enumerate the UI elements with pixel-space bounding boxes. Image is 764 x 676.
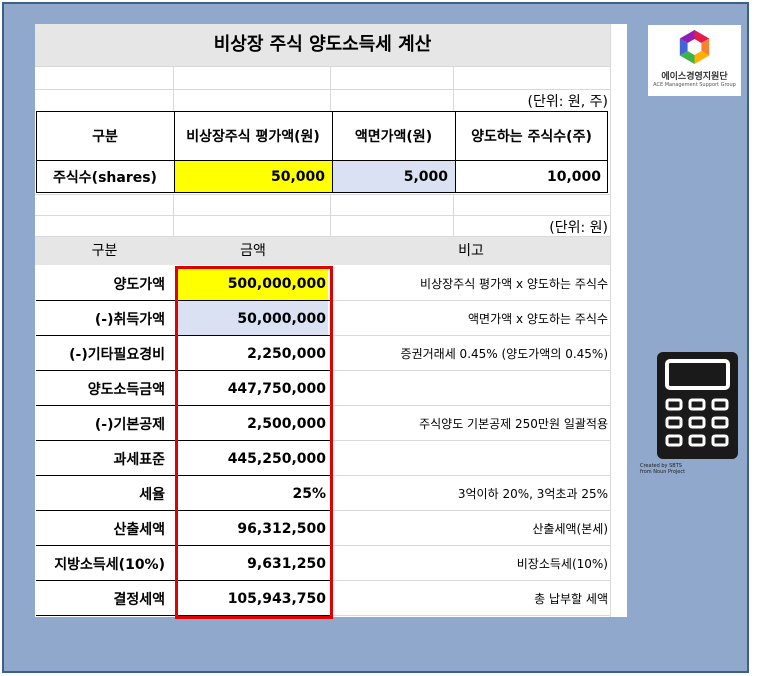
shares-cell[interactable]: 10,000 <box>455 160 608 193</box>
title-text: 비상장 주식 양도소득세 계산 <box>213 34 432 55</box>
note-cell: 산출세액(본세) <box>532 522 608 536</box>
icon-credit: Created by SBTS from Noun Project <box>640 463 685 475</box>
row-label: (-)기본공제 <box>94 416 165 433</box>
row-label: (-)취득가액 <box>94 311 165 328</box>
credit-line: from Noun Project <box>640 469 686 475</box>
row-label-shares: 주식수(shares) <box>53 169 157 186</box>
note-cell: 비장소득세(10%) <box>516 557 608 571</box>
tax-table-header: 구분 금액 비고 <box>35 237 610 265</box>
note-cell: 비상장주식 평가액 x 양도하는 주식수 <box>420 277 608 291</box>
note-cell: 3억이하 20%, 3억초과 25% <box>457 487 608 501</box>
row-label: 양도소득금액 <box>87 381 165 398</box>
row-label: (-)기타필요경비 <box>69 346 165 363</box>
sheet-title: 비상장 주식 양도소득세 계산 <box>35 24 610 66</box>
company-logo: 에이스경영지원단 ACE Management Support Group <box>648 25 741 96</box>
logo-subtitle: ACE Management Support Group <box>653 82 736 88</box>
note-cell: 증권거래세 0.45% (양도가액의 0.45%) <box>400 347 608 361</box>
unit-label-main: (단위: 원) <box>549 220 608 236</box>
header-amount: 금액 <box>240 243 266 259</box>
note-cell <box>336 441 608 476</box>
header-note: 비고 <box>458 243 484 259</box>
logo-name: 에이스경영지원단 <box>661 72 728 82</box>
row-label: 지방소득세(10%) <box>54 556 165 573</box>
header-category: 구분 <box>92 128 118 145</box>
valuation-table: 구분 비상장주식 평가액(원) 액면가액(원) 양도하는 주식수(주) 주식수(… <box>36 111 608 193</box>
note-cell: 주식양도 기본공제 250만원 일괄적용 <box>419 417 608 431</box>
header-valuation: 비상장주식 평가액(원) <box>186 128 320 145</box>
header-shares: 양도하는 주식수(주) <box>471 128 592 145</box>
calculator-icon <box>657 352 738 459</box>
hexagon-logo-icon <box>679 30 710 64</box>
unit-label-top: (단위: 원, 주) <box>527 94 608 110</box>
note-cell <box>336 371 608 406</box>
valuation-cell[interactable]: 50,000 <box>174 160 332 193</box>
header-category: 구분 <box>91 243 118 259</box>
row-label: 산출세액 <box>113 521 165 538</box>
note-cell: 총 납부할 세액 <box>534 592 608 606</box>
row-label: 세율 <box>139 486 165 503</box>
row-label: 과세표준 <box>113 451 165 468</box>
amount-highlight-box <box>175 266 333 619</box>
note-cell: 액면가액 x 양도하는 주식수 <box>468 312 608 326</box>
row-label: 결정세액 <box>113 591 165 608</box>
row-label: 양도가액 <box>113 276 165 293</box>
header-face-value: 액면가액(원) <box>354 128 433 145</box>
face-value-cell[interactable]: 5,000 <box>332 160 455 193</box>
